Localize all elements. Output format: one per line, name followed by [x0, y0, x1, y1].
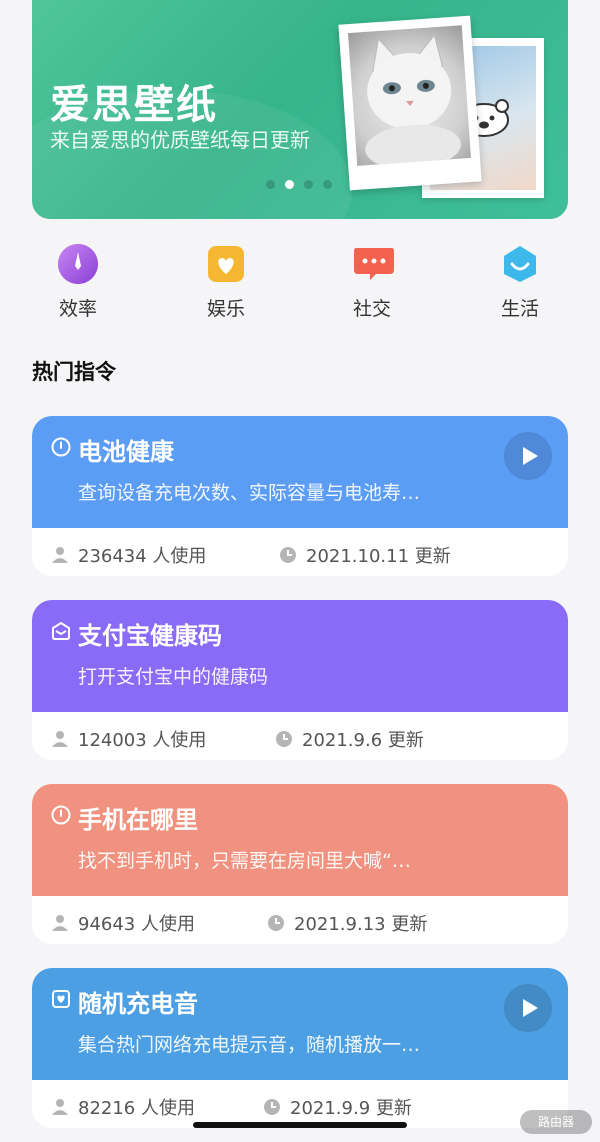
user-icon: [52, 731, 68, 747]
pagination-dot[interactable]: [304, 180, 313, 189]
category-label: 娱乐: [206, 298, 245, 320]
home-indicator[interactable]: [193, 1122, 407, 1128]
cat-photo-icon: [365, 34, 461, 166]
heart-square-icon: [52, 990, 70, 1008]
users-count: 82216 人使用: [78, 1098, 195, 1119]
card-title: 手机在哪里: [78, 806, 198, 834]
chat-bubble-icon: [352, 244, 394, 284]
category-efficiency[interactable]: 效率: [32, 244, 124, 321]
time-icon: [264, 1099, 280, 1115]
play-button[interactable]: [504, 984, 552, 1032]
category-label: 生活: [500, 298, 539, 320]
user-icon: [52, 547, 68, 563]
user-icon: [52, 915, 68, 931]
card-updated: 2021.9.6 更新: [274, 726, 424, 752]
card-description: 打开支付宝中的健康码: [78, 666, 269, 688]
clock-icon: [51, 437, 71, 457]
box-open-icon: [52, 621, 70, 640]
pagination-dot-active[interactable]: [285, 180, 294, 189]
card-description: 查询设备充电次数、实际容量与电池寿…: [78, 482, 421, 504]
banner-subtitle: 来自爱思的优质壁纸每日更新: [50, 128, 310, 152]
card-users: 82216 人使用: [50, 1094, 195, 1120]
banner-title: 爱思壁纸: [50, 82, 218, 128]
command-card[interactable]: 手机在哪里 找不到手机时，只需要在房间里大喊“… 94643 人使用 2021.…: [32, 784, 568, 944]
command-card[interactable]: 支付宝健康码 打开支付宝中的健康码 124003 人使用 2021.9.6 更新: [32, 600, 568, 760]
updated-date: 2021.10.11 更新: [306, 546, 451, 567]
time-icon: [268, 915, 284, 931]
category-bar: 效率 娱乐 社交 生活: [32, 244, 568, 334]
card-title: 电池健康: [78, 438, 174, 466]
card-updated: 2021.9.13 更新: [266, 910, 427, 936]
category-life[interactable]: 生活: [474, 244, 566, 321]
updated-date: 2021.9.6 更新: [302, 730, 424, 751]
pagination-dot[interactable]: [323, 180, 332, 189]
card-header: 电池健康 查询设备充电次数、实际容量与电池寿…: [32, 416, 568, 528]
card-header: 手机在哪里 找不到手机时，只需要在房间里大喊“…: [32, 784, 568, 896]
card-users: 236434 人使用: [50, 542, 206, 568]
time-icon: [276, 731, 292, 747]
clock-icon: [51, 805, 71, 825]
card-header: 支付宝健康码 打开支付宝中的健康码: [32, 600, 568, 712]
card-updated: 2021.10.11 更新: [278, 542, 451, 568]
updated-date: 2021.9.9 更新: [290, 1098, 412, 1119]
card-title: 支付宝健康码: [78, 622, 222, 650]
watermark-logo: 路由器: [520, 1110, 592, 1134]
play-button[interactable]: [504, 432, 552, 480]
card-header: 随机充电音 集合热门网络充电提示音，随机播放一…: [32, 968, 568, 1080]
pagination-dot[interactable]: [266, 180, 275, 189]
banner-pagination: [266, 180, 332, 189]
users-count: 236434 人使用: [78, 546, 207, 567]
card-description: 找不到手机时，只需要在房间里大喊“…: [78, 850, 411, 872]
category-social[interactable]: 社交: [326, 244, 418, 321]
category-label: 社交: [352, 298, 391, 320]
command-card[interactable]: 随机充电音 集合热门网络充电提示音，随机播放一… 82216 人使用 2021.…: [32, 968, 568, 1128]
card-title: 随机充电音: [78, 990, 198, 1018]
compass-icon: [58, 244, 98, 284]
category-entertainment[interactable]: 娱乐: [180, 244, 272, 321]
command-card[interactable]: 电池健康 查询设备充电次数、实际容量与电池寿… 236434 人使用 2021.…: [32, 416, 568, 576]
section-title: 热门指令: [32, 360, 116, 384]
heart-icon: [206, 244, 246, 284]
user-icon: [52, 1099, 68, 1115]
banner-photo-cat: [338, 15, 482, 191]
card-users: 124003 人使用: [50, 726, 206, 752]
users-count: 94643 人使用: [78, 914, 195, 935]
updated-date: 2021.9.13 更新: [294, 914, 428, 935]
card-description: 集合热门网络充电提示音，随机播放一…: [78, 1034, 421, 1056]
card-updated: 2021.9.9 更新: [262, 1094, 412, 1120]
card-users: 94643 人使用: [50, 910, 195, 936]
smile-hexagon-icon: [500, 244, 540, 284]
wallpaper-banner[interactable]: 爱思壁纸 来自爱思的优质壁纸每日更新: [32, 0, 568, 219]
category-label: 效率: [58, 298, 97, 320]
users-count: 124003 人使用: [78, 730, 207, 751]
time-icon: [280, 547, 296, 563]
